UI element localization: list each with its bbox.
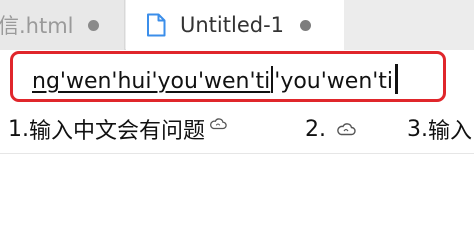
tab-untitled-1[interactable]: Untitled-1 xyxy=(126,0,344,50)
candidate-text: 输入中文会有问题 xyxy=(29,119,206,144)
cloud-icon xyxy=(210,118,227,130)
candidate-3[interactable]: 3. 输入 xyxy=(407,114,473,145)
candidate-text: 输入 xyxy=(428,119,473,144)
tab-bar: 信.html Untitled-1 xyxy=(0,0,474,50)
ime-preedit: ng'wen'hui'you'wen'ti'you'wen'ti xyxy=(32,64,399,96)
candidate-index: 2. xyxy=(305,116,326,142)
candidate-1[interactable]: 1. 输入中文会有问题 xyxy=(8,114,227,144)
editor-area[interactable] xyxy=(0,155,474,246)
tab-html-file[interactable]: 信.html xyxy=(0,0,125,50)
preedit-converted-text: ng'wen'hui'you'wen'ti xyxy=(32,69,271,94)
text-caret-end xyxy=(395,64,399,94)
ime-candidate-bar: 1. 输入中文会有问题 2. 3. 输入 xyxy=(0,104,474,154)
file-icon xyxy=(147,13,166,37)
text-caret xyxy=(271,66,274,93)
unsaved-dot-icon[interactable] xyxy=(87,19,99,31)
candidate-index: 3. xyxy=(407,116,428,142)
preedit-pending-text: 'you'wen'ti xyxy=(274,69,394,94)
candidate-2[interactable]: 2. xyxy=(305,114,356,144)
tab-bar-empty-area xyxy=(344,0,474,50)
cloud-icon xyxy=(337,122,356,135)
tab-label: 信.html xyxy=(0,14,74,38)
ime-composition-box[interactable]: ng'wen'hui'you'wen'ti'you'wen'ti xyxy=(10,51,446,102)
tab-label: Untitled-1 xyxy=(180,13,285,37)
candidate-index: 1. xyxy=(8,116,29,142)
unsaved-dot-icon[interactable] xyxy=(300,19,312,31)
